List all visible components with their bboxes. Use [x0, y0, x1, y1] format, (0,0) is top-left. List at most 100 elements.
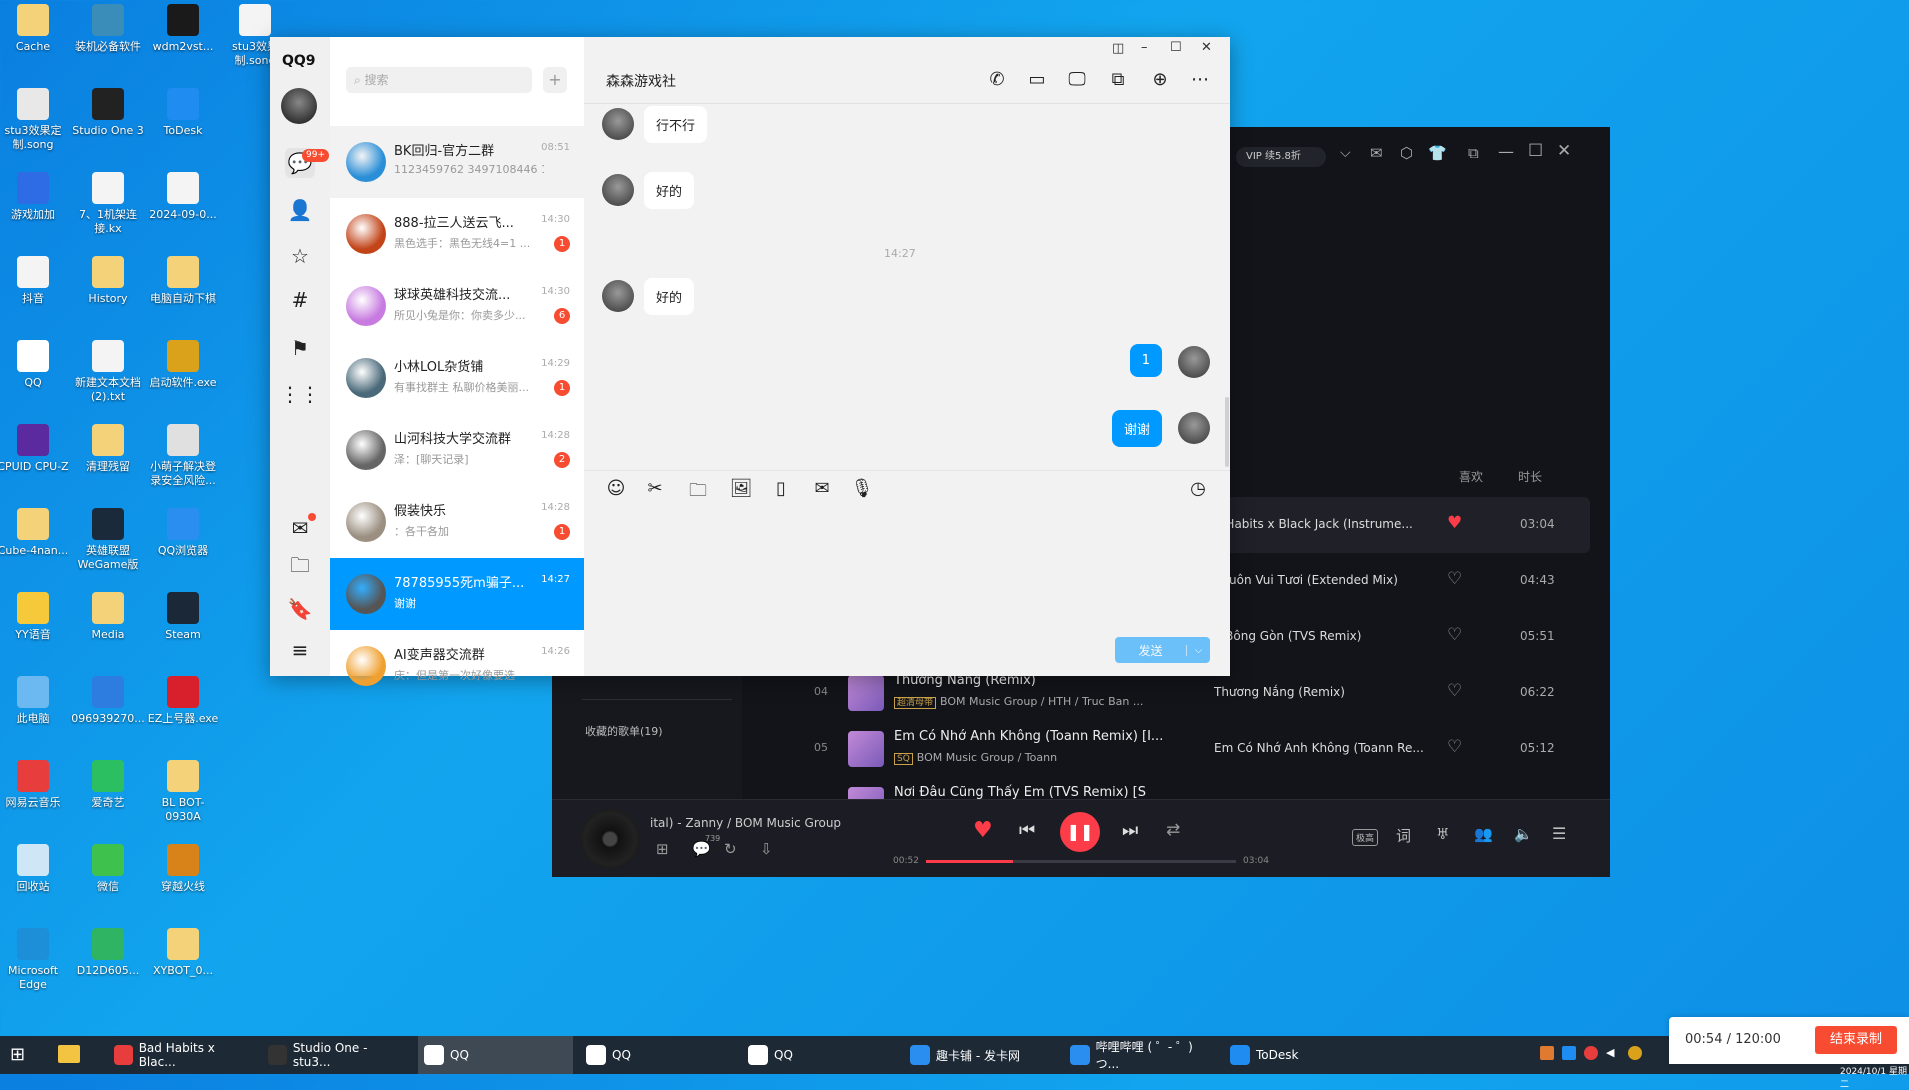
sender-avatar[interactable] — [602, 174, 634, 206]
conversation-item[interactable]: 球球英雄科技交流... 所见小兔是你：你卖多少... 14:30 6 — [330, 270, 584, 342]
sender-avatar[interactable] — [602, 108, 634, 140]
conversation-item[interactable]: 888-拉三人送云飞... 黑色选手：黑色无线4=1 ... 14:30 1 — [330, 198, 584, 270]
playlist-icon[interactable]: ☰ — [1552, 824, 1566, 843]
skin-icon[interactable]: 👕 — [1428, 144, 1447, 162]
minimize-icon[interactable]: – — [1141, 40, 1148, 55]
tray-app-icon[interactable] — [1540, 1046, 1554, 1060]
desktop-icon[interactable]: 网易云音乐 — [0, 760, 71, 810]
desktop-icon[interactable]: 爱奇艺 — [70, 760, 146, 810]
red-packet-icon[interactable]: ✉ — [810, 478, 834, 499]
game-icon[interactable]: ⚑ — [285, 333, 315, 363]
add-button[interactable]: + — [543, 67, 567, 93]
maximize-icon[interactable]: ☐ — [1528, 141, 1543, 161]
heart-outline-icon[interactable]: ♡ — [1447, 681, 1462, 701]
conversation-item[interactable]: 小林LOL杂货铺 有事找群主 私聊价格美丽... 14:29 1 — [330, 342, 584, 414]
conversation-item[interactable]: 山河科技大学交流群 泽：[聊天记录] 14:28 2 — [330, 414, 584, 486]
scrollbar[interactable] — [1225, 397, 1229, 467]
desktop-icon[interactable]: D12D605... — [70, 928, 146, 978]
desktop-icon[interactable]: 清理残留 — [70, 424, 146, 474]
loop-icon[interactable]: ⇄ — [1166, 820, 1180, 840]
quality-button[interactable]: 极高 — [1352, 829, 1379, 846]
bookmark-icon[interactable]: 🔖 — [285, 594, 315, 624]
desktop-icon[interactable]: ToDesk — [145, 88, 221, 138]
contacts-icon[interactable]: 👤 — [285, 195, 315, 225]
taskbar-item[interactable]: Studio One - stu3... — [262, 1036, 402, 1074]
taskbar-item[interactable]: 哔哩哔哩 ( ゜- ゜)つ... — [1064, 1036, 1214, 1074]
taskbar-item[interactable]: QQ — [418, 1036, 573, 1074]
desktop-icon[interactable]: QQ浏览器 — [145, 508, 221, 558]
tray-netease-icon[interactable] — [1584, 1046, 1598, 1060]
desktop-icon[interactable]: Microsoft Edge — [0, 928, 71, 992]
search-input[interactable]: ⌕ 搜索 — [346, 67, 532, 93]
download-icon[interactable]: ⇩ — [760, 840, 773, 858]
heart-filled-icon[interactable]: ♥ — [1447, 513, 1462, 533]
heart-outline-icon[interactable]: ♡ — [1447, 625, 1462, 645]
close-icon[interactable]: ✕ — [1201, 40, 1212, 55]
desktop-icon[interactable]: 游戏加加 — [0, 172, 71, 222]
volume-icon[interactable]: 🔈 — [1514, 825, 1533, 843]
desktop-icon[interactable]: XYBOT_0... — [145, 928, 221, 978]
settings-icon[interactable]: ⬡ — [1400, 144, 1413, 162]
send-button[interactable]: 发送 ⌵ — [1115, 637, 1210, 663]
conversation-item[interactable]: 78785955死m骗子... 谢谢 14:27 — [330, 558, 584, 630]
maximize-icon[interactable]: ☐ — [1170, 40, 1182, 55]
folder-icon[interactable]: 🗀 — [285, 553, 315, 583]
taskbar-item[interactable]: QQ — [580, 1036, 730, 1074]
desktop-icon[interactable]: 7、1机架连接.kx — [70, 172, 146, 236]
add-app-icon[interactable]: ⊕ — [1148, 69, 1172, 90]
message-icon[interactable]: ✉ — [1370, 144, 1383, 162]
share-icon[interactable]: ↻ — [724, 840, 737, 858]
desktop-icon[interactable]: 启动软件.exe — [145, 340, 221, 390]
progress-bar[interactable] — [926, 860, 1236, 863]
listen-together-icon[interactable]: 👥 — [1474, 825, 1493, 843]
stop-recording-button[interactable]: 结束录制 — [1815, 1026, 1897, 1054]
desktop-icon[interactable]: Media — [70, 592, 146, 642]
user-avatar[interactable] — [281, 88, 317, 124]
chevron-down-icon[interactable]: ⌵ — [1340, 145, 1351, 161]
lyrics-button[interactable]: 词 — [1396, 825, 1411, 846]
desktop-icon[interactable]: 回收站 — [0, 844, 71, 894]
file-icon[interactable]: 🗀 — [686, 478, 710, 508]
more-icon[interactable]: ⋯ — [1188, 69, 1212, 90]
taskbar-item[interactable]: ToDesk — [1224, 1036, 1344, 1074]
desktop-icon[interactable]: 小萌子解决登录安全风险... — [145, 424, 221, 488]
track-row[interactable]: Nơi Đâu Cũng Thấy Em (TVS Remix) [S — [552, 777, 1610, 799]
heart-outline-icon[interactable]: ♡ — [1447, 569, 1462, 589]
image-icon[interactable]: 🖼 — [729, 478, 753, 499]
voice-call-icon[interactable]: ✆ — [985, 69, 1009, 90]
desktop-icon[interactable]: History — [70, 256, 146, 306]
taskbar-item[interactable]: 趣卡铺 - 发卡网 — [904, 1036, 1054, 1074]
sender-avatar[interactable] — [602, 280, 634, 312]
favorites-icon[interactable]: ☆ — [285, 241, 315, 271]
desktop-icon[interactable]: CPUID CPU-Z — [0, 424, 71, 474]
pin-sidebar-icon[interactable]: ◫ — [1112, 41, 1124, 56]
microphone-icon[interactable]: 🎙 — [850, 478, 874, 499]
next-icon[interactable]: ⏭ — [1122, 820, 1138, 841]
desktop-icon[interactable]: EZ上号器.exe — [145, 676, 221, 726]
tray-todesk-icon[interactable] — [1562, 1046, 1576, 1060]
video-call-icon[interactable]: ▭ — [1025, 69, 1049, 90]
minimize-icon[interactable]: — — [1498, 142, 1514, 161]
desktop-icon[interactable]: wdm2vst... — [145, 4, 221, 54]
file-explorer-icon[interactable] — [58, 1045, 80, 1063]
conversation-item[interactable]: AI变声器交流群 庆：但是第一次好像要选 14:26 — [330, 630, 584, 702]
desktop-icon[interactable]: Studio One 3 — [70, 88, 146, 138]
apps-grid-icon[interactable]: ⋮⋮ — [280, 379, 320, 409]
desktop-icon[interactable]: 新建文本文档(2).txt — [70, 340, 146, 404]
heart-outline-icon[interactable]: ♡ — [1447, 737, 1462, 757]
desktop-icon[interactable]: 微信 — [70, 844, 146, 894]
desktop-icon[interactable]: YY语音 — [0, 592, 71, 642]
close-icon[interactable]: ✕ — [1557, 141, 1571, 161]
history-clock-icon[interactable]: ◷ — [1186, 478, 1210, 499]
desktop-icon[interactable]: Cache — [0, 4, 71, 54]
desktop-icon[interactable]: Cube-4nan... — [0, 508, 71, 558]
conversation-item[interactable]: BK回归-官方二群 1123459762 3497108446 1... 08:51 — [330, 126, 584, 198]
desktop-icon[interactable]: 抖音 — [0, 256, 71, 306]
conversation-item[interactable]: 假装快乐 ：各干各加 14:28 1 — [330, 486, 584, 558]
channels-icon[interactable]: # — [285, 285, 315, 315]
desktop-icon[interactable]: 此电脑 — [0, 676, 71, 726]
send-options-chevron-icon[interactable]: ⌵ — [1186, 644, 1210, 656]
like-heart-icon[interactable]: ♥ — [973, 818, 993, 843]
vip-badge[interactable]: VIP 续5.8折 — [1236, 147, 1326, 167]
desktop-icon[interactable]: 装机必备软件 — [70, 4, 146, 54]
